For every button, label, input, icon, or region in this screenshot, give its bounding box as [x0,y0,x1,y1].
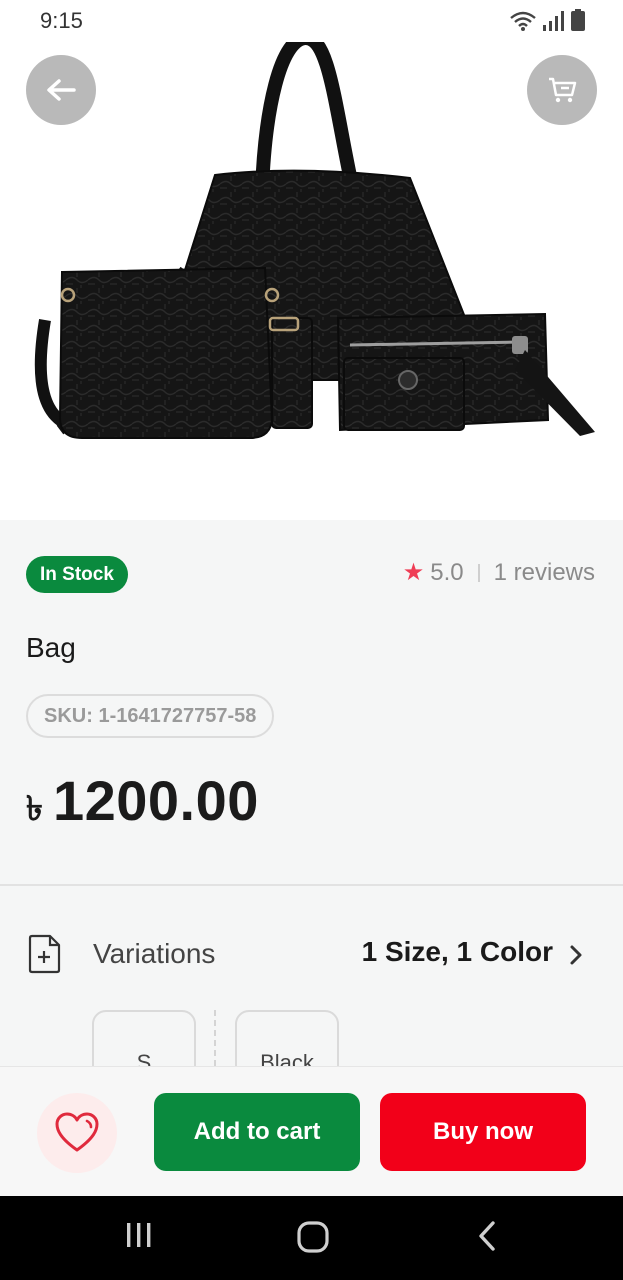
system-navigation-bar [0,1196,623,1280]
bottom-action-bar: Add to cart Buy now [0,1066,623,1196]
price: ৳ 1200.00 [26,768,259,840]
add-to-cart-button[interactable]: Add to cart [154,1093,360,1171]
sku-badge: SKU: 1-1641727757-58 [26,694,275,738]
back-nav-icon[interactable] [476,1220,498,1252]
variations-section: Variations 1 Size, 1 Color S Black [0,886,623,1100]
battery-icon [571,9,585,31]
status-icons [509,9,585,31]
buy-now-button[interactable]: Buy now [380,1093,586,1171]
heart-icon [55,1112,99,1152]
wifi-icon [510,11,536,31]
arrow-left-icon [47,79,76,101]
reviews-count: 1 reviews [493,558,595,586]
variations-label: Variations [93,938,216,969]
chevron-right-icon[interactable] [569,944,583,966]
status-bar: 9:15 [0,0,623,42]
recent-apps-icon[interactable] [124,1220,154,1250]
variation-divider [214,1010,216,1066]
status-time: 9:15 [40,8,83,33]
cart-button[interactable] [527,55,597,125]
stock-badge: In Stock [26,556,128,593]
price-amount: 1200.00 [52,769,259,832]
home-icon[interactable] [296,1220,330,1254]
currency-symbol: ৳ [26,790,43,828]
rating-summary[interactable]: ★ 5.0 1 reviews [403,558,595,587]
back-button[interactable] [26,55,96,125]
rating-value: 5.0 [430,558,464,586]
rating-separator [477,563,480,582]
product-name: Bag [26,632,76,663]
product-info: In Stock ★ 5.0 1 reviews Bag SKU: 1-1641… [0,520,623,884]
variations-summary[interactable]: 1 Size, 1 Color [362,936,553,968]
star-icon: ★ [402,559,425,586]
add-file-icon [28,934,61,974]
cart-icon [549,77,577,103]
signal-icon [543,11,564,31]
wishlist-button[interactable] [37,1093,117,1173]
